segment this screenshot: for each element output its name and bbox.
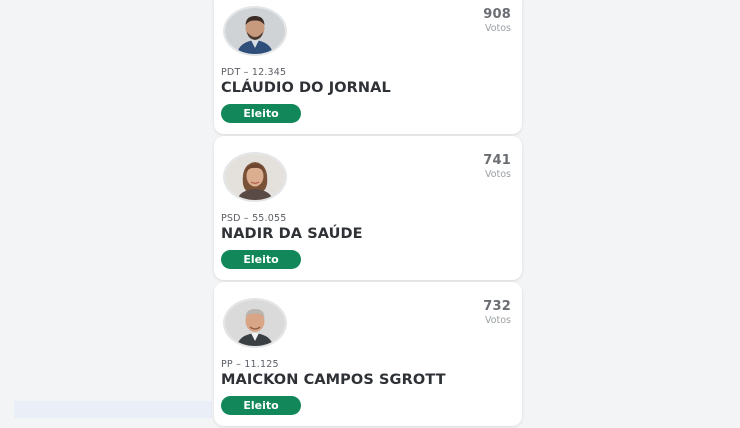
vote-count: 732 <box>483 299 511 314</box>
candidate-card[interactable]: 908 Votos PDT – 12.345 CLÁUDIO DO JORNAL… <box>214 0 522 134</box>
vote-count: 908 <box>483 7 511 22</box>
male-portrait-icon <box>225 8 285 54</box>
candidate-name: CLÁUDIO DO JORNAL <box>221 80 391 96</box>
vote-label: Votos <box>484 169 511 180</box>
vote-label: Votos <box>484 315 511 326</box>
vote-label: Votos <box>484 23 511 34</box>
female-portrait-icon <box>225 154 285 200</box>
male-portrait-icon <box>225 300 285 346</box>
candidate-card[interactable]: 741 Votos PSD – 55.055 NADIR DA SAÚDE El… <box>214 136 522 280</box>
candidate-name: MAICKON CAMPOS SGROTT <box>221 372 446 388</box>
candidate-list: 908 Votos PDT – 12.345 CLÁUDIO DO JORNAL… <box>214 0 522 428</box>
vote-tally: 741 Votos <box>483 153 511 180</box>
party-number: PDT – 12.345 <box>221 67 287 78</box>
elected-badge: Eleito <box>221 396 301 415</box>
candidate-avatar <box>223 6 287 56</box>
party-number: PP – 11.125 <box>221 359 279 370</box>
vote-count: 741 <box>483 153 511 168</box>
candidate-avatar <box>223 152 287 202</box>
elected-badge: Eleito <box>221 250 301 269</box>
candidate-card[interactable]: 732 Votos PP – 11.125 MAICKON CAMPOS SGR… <box>214 282 522 426</box>
vote-tally: 908 Votos <box>483 7 511 34</box>
party-number: PSD – 55.055 <box>221 213 287 224</box>
vote-tally: 732 Votos <box>483 299 511 326</box>
candidate-name: NADIR DA SAÚDE <box>221 226 363 242</box>
elected-badge: Eleito <box>221 104 301 123</box>
background-panel <box>14 401 212 418</box>
candidate-avatar <box>223 298 287 348</box>
